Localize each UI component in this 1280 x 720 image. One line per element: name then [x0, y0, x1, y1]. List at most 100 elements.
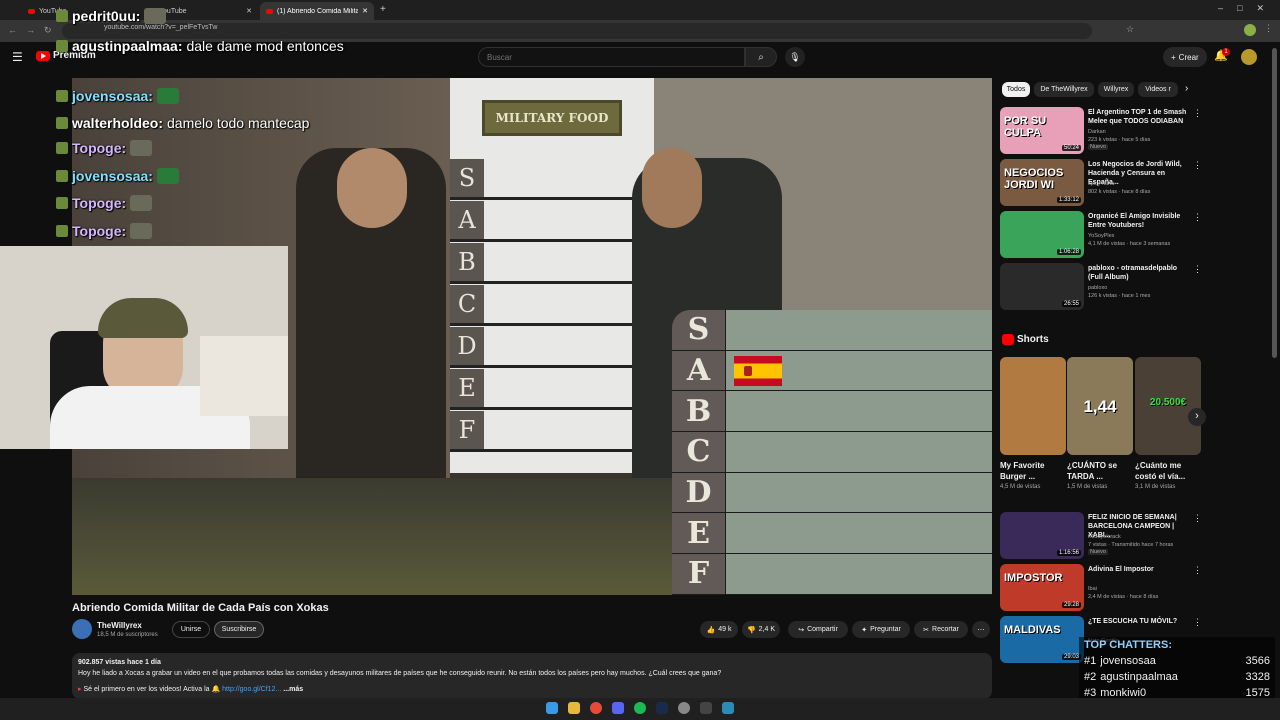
share-button[interactable]: ↪ Compartir	[788, 621, 848, 638]
menu-dots-icon[interactable]: ⋮	[1264, 23, 1273, 34]
subscribe-button[interactable]: Suscribirse	[214, 621, 264, 638]
like-button[interactable]: 👍 49 k	[700, 621, 738, 638]
chevron-right-icon[interactable]: ›	[1185, 83, 1188, 94]
recommended-channel[interactable]: spicy4tuna	[1088, 180, 1114, 188]
chip-willyrex[interactable]: Willyrex	[1098, 82, 1134, 97]
camo-cap	[98, 298, 188, 338]
recommended-channel[interactable]: Darkan	[1088, 128, 1106, 136]
recommended-channel[interactable]: YoSoyPlex	[1088, 232, 1114, 240]
account-avatar[interactable]	[1241, 49, 1257, 65]
discord-icon[interactable]	[612, 702, 624, 714]
chat-emote-icon	[144, 8, 167, 24]
recommended-thumbnail[interactable]: 26:55	[1000, 263, 1084, 310]
menu-dots-icon[interactable]: ⋮	[1193, 108, 1202, 119]
mic-button[interactable]: 🎙	[785, 47, 805, 67]
menu-dots-icon[interactable]: ⋮	[1193, 212, 1202, 223]
subscribe-label: Suscribirse	[221, 626, 257, 633]
chat-message: Topoge:	[56, 223, 153, 239]
channel-name[interactable]: TheWillyrex	[97, 621, 142, 630]
windows-start-icon[interactable]	[546, 702, 558, 714]
recommended-thumbnail[interactable]: NEGOCIOS JORDI WI 1:33:12	[1000, 159, 1084, 206]
overlay-tier-cell	[726, 432, 992, 472]
chip-videos[interactable]: Videos r	[1138, 82, 1178, 97]
menu-dots-icon[interactable]: ⋮	[1193, 513, 1202, 524]
menu-dots-icon[interactable]: ⋮	[1193, 264, 1202, 275]
recommended-thumbnail[interactable]: POR SU CULPA 50:24	[1000, 107, 1084, 154]
short-title[interactable]: My Favorite Burger ...	[1000, 460, 1062, 482]
recommended-thumbnail[interactable]: 1:16:56	[1000, 512, 1084, 559]
recommended-title[interactable]: El Argentino TOP 1 de Smash Melee que TO…	[1088, 108, 1188, 126]
spotify-icon[interactable]	[634, 702, 646, 714]
menu-dots-icon[interactable]: ⋮	[1193, 565, 1202, 576]
browser-tab-active[interactable]: (1) Abriendo Comida Militar de✕	[260, 2, 374, 20]
chip-channel[interactable]: De TheWillyrex	[1034, 82, 1094, 97]
chat-message: jovensosaa:	[56, 88, 179, 104]
hamburger-icon[interactable]: ☰	[12, 50, 23, 64]
channel-avatar[interactable]	[72, 619, 92, 639]
recommended-thumbnail[interactable]: 1:06:28	[1000, 211, 1084, 258]
chat-message: walterholdeo: damelo todo mantecap	[56, 115, 309, 131]
board-tier-row: B	[450, 242, 654, 284]
more-button[interactable]: ⋯	[972, 621, 990, 638]
profile-avatar[interactable]	[1244, 24, 1256, 36]
back-icon[interactable]: ←	[8, 25, 17, 35]
new-tab-icon[interactable]: +	[380, 4, 386, 15]
chrome-icon[interactable]	[590, 702, 602, 714]
star-icon[interactable]: ☆	[1126, 24, 1134, 35]
short-thumbnail[interactable]: 20.500€	[1135, 357, 1201, 455]
short-title[interactable]: ¿CUÁNTO se TARDA ...	[1067, 460, 1129, 482]
file-explorer-icon[interactable]	[568, 702, 580, 714]
overlay-tier-cell	[726, 554, 992, 594]
steam-icon[interactable]	[656, 702, 668, 714]
short-title[interactable]: ¿Cuánto me costó el vía...	[1135, 460, 1197, 482]
top-chatter-left: #2 agustinpaalmaa	[1084, 671, 1178, 687]
recommended-thumbnail[interactable]: MALDIVAS 29:03	[1000, 616, 1084, 663]
close-icon[interactable]: ✕	[246, 7, 252, 15]
menu-dots-icon[interactable]: ⋮	[1193, 160, 1202, 171]
duration-badge: 26:55	[1061, 301, 1081, 307]
recommended-thumbnail[interactable]: IMPOSTOR 29:28	[1000, 564, 1084, 611]
description-line2: Sé el primero en ver los videos! Activa …	[83, 686, 210, 693]
short-views: 4,5 M de vistas	[1000, 484, 1041, 490]
show-more-link[interactable]: ...más	[283, 686, 303, 693]
recommended-channel[interactable]: fr3ddyelcrack	[1088, 533, 1121, 541]
reload-icon[interactable]: ↻	[44, 25, 52, 36]
menu-dots-icon[interactable]: ⋮	[1193, 617, 1202, 628]
flag-icon: ▸	[78, 686, 82, 693]
short-thumbnail[interactable]: 1,44	[1067, 357, 1133, 455]
views-line: 902.857 vistas hace 1 día	[78, 659, 161, 666]
description-box[interactable]: 902.857 vistas hace 1 día Hoy he liado a…	[72, 653, 992, 699]
recommended-channel[interactable]: Ibai	[1088, 585, 1097, 593]
overlay-tier-label: E	[672, 513, 726, 554]
recommended-title[interactable]: pabloxo - otramasdelpablo (Full Album)	[1088, 264, 1188, 282]
shorts-heading: Shorts	[1017, 334, 1049, 345]
join-button[interactable]: Unirse	[172, 621, 210, 638]
app-icon[interactable]	[722, 702, 734, 714]
tier-board: MILITARY FOOD SABCDEF	[450, 78, 654, 473]
search-button[interactable]: ⌕	[745, 47, 777, 67]
chat-badge-icon	[56, 170, 68, 182]
forward-icon[interactable]: →	[26, 25, 35, 35]
close-icon[interactable]: ✕	[362, 7, 368, 15]
url-text[interactable]: youtube.com/watch?v=_pelFeTvsTw	[104, 24, 217, 31]
create-button[interactable]: + Crear	[1163, 47, 1207, 67]
chip-all[interactable]: Todos	[1002, 82, 1030, 97]
search-input[interactable]	[478, 47, 745, 67]
overlay-tier-label: C	[672, 432, 726, 472]
terminal-icon[interactable]	[700, 702, 712, 714]
board-tier-label: B	[450, 242, 484, 281]
recommended-title[interactable]: ¿TE ESCUCHA TU MÓVIL?	[1088, 617, 1188, 626]
ask-button[interactable]: ✦ Preguntar	[852, 621, 910, 638]
page-scrollbar[interactable]	[1272, 48, 1277, 358]
description-link[interactable]: http://goo.gl/Cf12...	[222, 686, 281, 693]
recommended-title[interactable]: Adivina El Impostor	[1088, 565, 1188, 574]
window-controls[interactable]: –□✕	[1218, 3, 1278, 14]
recommended-channel[interactable]: pabloxo	[1088, 284, 1107, 292]
board-tier-row: F	[450, 410, 654, 452]
dislike-button[interactable]: 👎 2,4 K	[742, 621, 780, 638]
settings-icon[interactable]	[678, 702, 690, 714]
recommended-title[interactable]: Organicé El Amigo Invisible Entre Youtub…	[1088, 212, 1188, 230]
clip-button[interactable]: ✂ Recortar	[914, 621, 968, 638]
shorts-next-button[interactable]: ›	[1188, 408, 1206, 426]
short-thumbnail[interactable]	[1000, 357, 1066, 455]
